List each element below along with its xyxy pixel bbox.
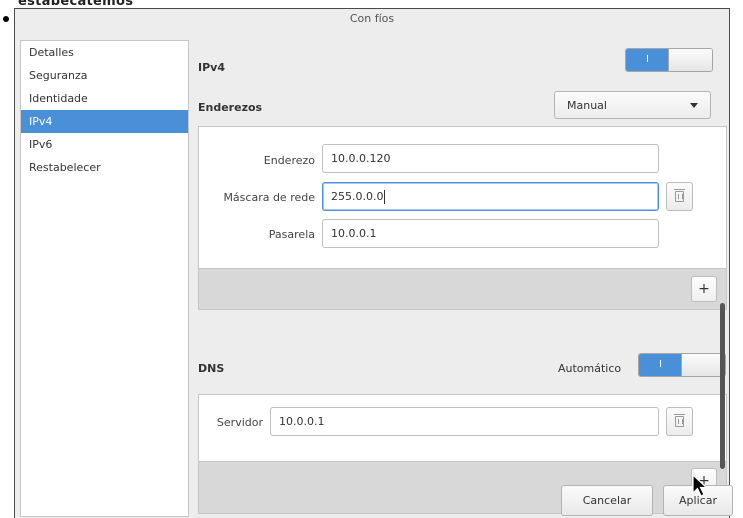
gateway-input[interactable]: 10.0.0.1 xyxy=(322,219,659,248)
sidebar-item-security[interactable]: Seguranza xyxy=(21,64,188,87)
address-input[interactable]: 10.0.0.120 xyxy=(322,144,659,173)
sidebar-item-ipv4[interactable]: IPv4 xyxy=(21,110,188,133)
toggle-knob xyxy=(668,49,712,71)
dns-automatic-toggle[interactable]: I xyxy=(638,353,726,377)
netmask-label: Máscara de rede xyxy=(223,191,315,204)
trash-icon xyxy=(674,189,685,202)
ipv4-method-value: Manual xyxy=(567,99,607,112)
dns-automatic-label: Automático xyxy=(558,362,622,375)
dns-heading: DNS xyxy=(198,362,225,375)
trash-icon xyxy=(674,414,685,427)
address-label: Enderezo xyxy=(263,154,315,167)
text-caret xyxy=(384,190,386,204)
delete-dns-button[interactable] xyxy=(666,407,693,436)
cancel-button[interactable]: Cancelar xyxy=(561,485,653,516)
toggle-on-indicator: I xyxy=(626,49,669,71)
gateway-label: Pasarela xyxy=(268,228,315,241)
chevron-down-icon xyxy=(690,103,698,108)
ipv4-heading: IPv4 xyxy=(198,61,225,74)
sidebar-item-ipv6[interactable]: IPv6 xyxy=(21,133,188,156)
network-settings-window: Con fíos Detalles Seguranza Identidade I… xyxy=(14,8,733,518)
vertical-scrollbar[interactable] xyxy=(720,303,725,469)
ipv4-method-select[interactable]: Manual xyxy=(554,91,711,119)
dns-server-input[interactable]: 10.0.0.1 xyxy=(270,407,659,436)
ipv4-settings-panel: IPv4 I Enderezos Manual Enderezo 10.0.0.… xyxy=(198,40,733,518)
addresses-heading: Enderezos xyxy=(198,101,263,114)
address-panel-footer: + xyxy=(199,268,726,309)
netmask-input[interactable]: 255.0.0.0 xyxy=(322,182,659,211)
ipv4-enable-toggle[interactable]: I xyxy=(625,48,713,72)
delete-address-button[interactable] xyxy=(666,182,693,211)
toggle-knob xyxy=(681,354,725,376)
add-address-button[interactable]: + xyxy=(691,276,717,302)
server-label: Servidor xyxy=(216,416,263,429)
sidebar-item-reset[interactable]: Restabelecer xyxy=(21,156,188,179)
sidebar-item-details[interactable]: Detalles xyxy=(21,41,188,64)
mouse-pointer-icon xyxy=(692,474,709,497)
settings-sidebar: Detalles Seguranza Identidade IPv4 IPv6 … xyxy=(20,40,189,517)
list-bullet xyxy=(3,16,9,22)
window-title: Con fíos xyxy=(349,12,395,25)
sidebar-item-identity[interactable]: Identidade xyxy=(21,87,188,110)
ipv4-address-panel: Enderezo 10.0.0.120 Máscara de rede 255.… xyxy=(198,126,727,310)
toggle-on-indicator: I xyxy=(639,354,682,376)
netmask-value: 255.0.0.0 xyxy=(331,190,384,203)
